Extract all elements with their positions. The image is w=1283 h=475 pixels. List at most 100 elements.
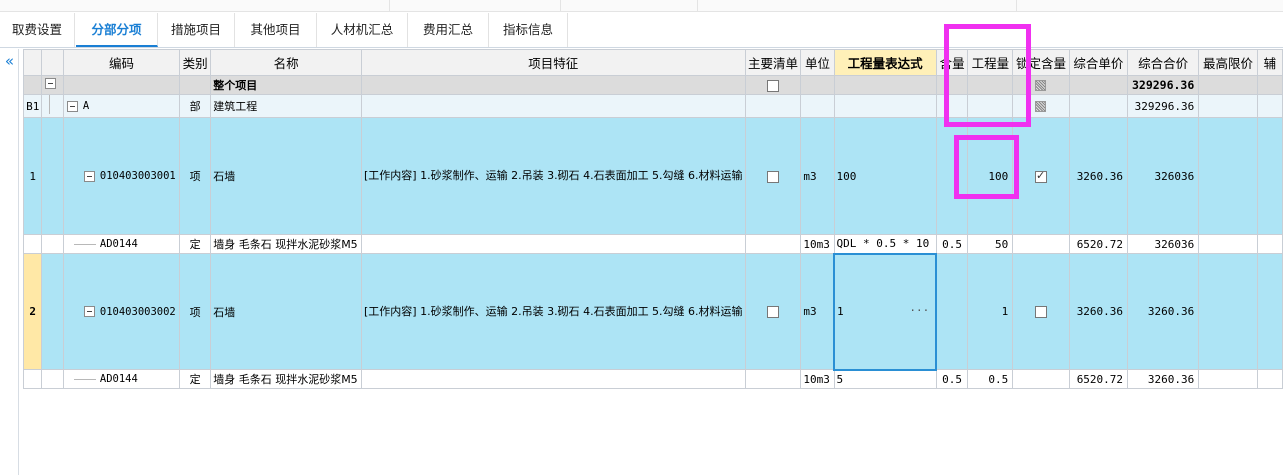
features-cell[interactable] <box>361 369 746 389</box>
lock-content-checkbox[interactable] <box>1034 169 1047 183</box>
name-cell[interactable]: 整个项目 <box>210 75 363 95</box>
top-strip-divider <box>389 0 390 11</box>
table-row-quota[interactable]: AD0144 定 墙身 毛条石 现拌水泥砂浆M5 10m3 5 0.5 0.5 … <box>22 369 1283 389</box>
max-price-cell[interactable] <box>1198 117 1258 235</box>
main-list-cell[interactable] <box>744 117 802 235</box>
more-options-icon[interactable]: ··· <box>909 304 929 317</box>
tab-cost-summary[interactable]: 费用汇总 <box>408 13 489 47</box>
quantity-cell[interactable]: 50 <box>967 234 1014 254</box>
top-strip-divider <box>697 0 698 11</box>
expression-cell[interactable]: 100 <box>833 117 937 235</box>
code-cell[interactable]: 010403003002 <box>62 253 181 370</box>
collapse-tree-icon[interactable] <box>83 306 95 317</box>
max-price-cell <box>1198 234 1258 254</box>
unit-cell[interactable]: 10m3 <box>800 369 835 389</box>
max-price-cell[interactable] <box>1198 253 1258 370</box>
tab-measures[interactable]: 措施项目 <box>158 13 235 47</box>
code-cell <box>62 75 181 95</box>
header-tree <box>41 49 64 76</box>
tab-other-items[interactable]: 其他项目 <box>235 13 317 47</box>
header-unit[interactable]: 单位 <box>800 49 835 76</box>
header-unit-price[interactable]: 综合单价 <box>1068 49 1129 76</box>
type-cell: 定 <box>179 234 212 254</box>
table-row-section[interactable]: B1 A 部 建筑工程 329296.36 <box>22 94 1283 118</box>
main-list-cell[interactable] <box>744 75 802 95</box>
tab-bar: 取费设置 分部分项 措施项目 其他项目 人材机汇总 费用汇总 指标信息 <box>0 13 1283 48</box>
header-code[interactable]: 编码 <box>62 49 181 76</box>
lock-content-cell <box>1012 75 1070 95</box>
expression-value[interactable]: 1 <box>837 305 844 318</box>
header-quantity-expression[interactable]: 工程量表达式 <box>833 49 937 76</box>
table-row-quota[interactable]: AD0144 定 墙身 毛条石 现拌水泥砂浆M5 10m3 QDL * 0.5 … <box>22 234 1283 254</box>
left-panel-strip: « <box>0 49 19 475</box>
name-cell[interactable]: 建筑工程 <box>210 94 363 118</box>
tab-labor-material-machine[interactable]: 人材机汇总 <box>317 13 408 47</box>
expression-cell[interactable]: QDL * 0.5 * 10 <box>833 234 937 254</box>
code-text: AD0144 <box>99 238 138 250</box>
tree-toggle-cell[interactable] <box>41 75 64 95</box>
tree-line-cell <box>41 253 64 370</box>
row-index <box>22 234 43 254</box>
code-cell[interactable]: A <box>62 94 181 118</box>
unit-cell[interactable]: m3 <box>800 117 835 235</box>
header-type[interactable]: 类别 <box>179 49 212 76</box>
header-name[interactable]: 名称 <box>210 49 363 76</box>
content-cell[interactable]: 0.5 <box>935 369 969 389</box>
code-cell[interactable]: 010403003001 <box>62 117 181 235</box>
header-aux[interactable]: 辅 <box>1256 49 1283 76</box>
header-max-price[interactable]: 最高限价 <box>1198 49 1258 76</box>
header-main-list[interactable]: 主要清单 <box>744 49 802 76</box>
collapse-tree-icon[interactable] <box>44 78 56 89</box>
expression-input[interactable]: 1 ··· <box>833 252 938 371</box>
tab-indicator-info[interactable]: 指标信息 <box>489 13 568 47</box>
collapse-tree-icon[interactable] <box>66 100 78 112</box>
header-total-price[interactable]: 综合合价 <box>1127 49 1200 76</box>
main-list-cell[interactable] <box>744 253 802 370</box>
quantity-cell <box>967 75 1014 95</box>
tree-line <box>73 243 96 245</box>
quantity-cell[interactable]: 0.5 <box>967 369 1014 389</box>
aux-cell <box>1256 253 1283 370</box>
tab-fee-settings[interactable]: 取费设置 <box>0 13 75 47</box>
unit-cell[interactable]: 10m3 <box>800 234 835 254</box>
type-cell: 项 <box>179 253 212 370</box>
lock-content-checkbox[interactable] <box>1034 306 1047 318</box>
collapse-panel-icon[interactable]: « <box>2 54 17 69</box>
aux-cell <box>1256 117 1283 235</box>
code-cell[interactable]: AD0144 <box>62 234 181 254</box>
features-cell[interactable] <box>361 234 746 254</box>
collapse-tree-icon[interactable] <box>83 170 95 182</box>
lock-content-cell[interactable] <box>1012 117 1070 235</box>
quantity-cell[interactable]: 1 <box>967 253 1014 370</box>
name-cell[interactable]: 墙身 毛条石 现拌水泥砂浆M5 <box>210 369 363 389</box>
code-text: 010403003001 <box>99 170 176 182</box>
table-row-total[interactable]: 整个项目 329296.36 <box>22 75 1283 95</box>
expression-cell[interactable]: 5 <box>833 369 937 389</box>
header-lock-content[interactable]: 锁定含量 <box>1012 49 1070 76</box>
main-list-cell <box>744 234 802 254</box>
code-cell[interactable]: AD0144 <box>62 369 181 389</box>
lock-content-cell[interactable] <box>1012 253 1070 370</box>
name-cell[interactable]: 石墙 <box>210 253 363 370</box>
tab-sub-items[interactable]: 分部分项 <box>76 13 158 47</box>
quantity-cell[interactable]: 100 <box>967 117 1014 235</box>
name-cell[interactable]: 石墙 <box>210 117 363 235</box>
main-list-checkbox[interactable] <box>766 79 779 92</box>
unit-cell[interactable]: m3 <box>800 253 835 370</box>
header-features[interactable]: 项目特征 <box>361 49 746 76</box>
main-list-checkbox[interactable] <box>766 170 779 183</box>
content-cell <box>935 94 969 118</box>
table-row-item[interactable]: 1 010403003001 项 石墙 [工作内容] 1.砂浆制作、运输 2.吊… <box>22 117 1283 235</box>
top-strip-divider <box>1016 0 1017 11</box>
features-cell[interactable]: [工作内容] 1.砂浆制作、运输 2.吊装 3.砌石 4.石表面加工 5.勾缝 … <box>361 117 746 235</box>
table-row-item-selected[interactable]: 2 010403003002 项 石墙 [工作内容] 1.砂浆制作、运输 2.吊… <box>22 252 1283 371</box>
header-content[interactable]: 含量 <box>935 49 969 76</box>
content-cell[interactable]: 0.5 <box>935 234 969 254</box>
features-cell <box>361 94 746 118</box>
main-list-checkbox[interactable] <box>766 306 779 318</box>
header-quantity[interactable]: 工程量 <box>967 49 1014 76</box>
name-cell[interactable]: 墙身 毛条石 现拌水泥砂浆M5 <box>210 234 363 254</box>
grid-header-row: 编码 类别 名称 项目特征 主要清单 单位 工程量表达式 含量 工程量 锁定含量… <box>22 49 1283 76</box>
row-index: 1 <box>22 117 43 235</box>
features-cell[interactable]: [工作内容] 1.砂浆制作、运输 2.吊装 3.砌石 4.石表面加工 5.勾缝 … <box>361 253 746 370</box>
